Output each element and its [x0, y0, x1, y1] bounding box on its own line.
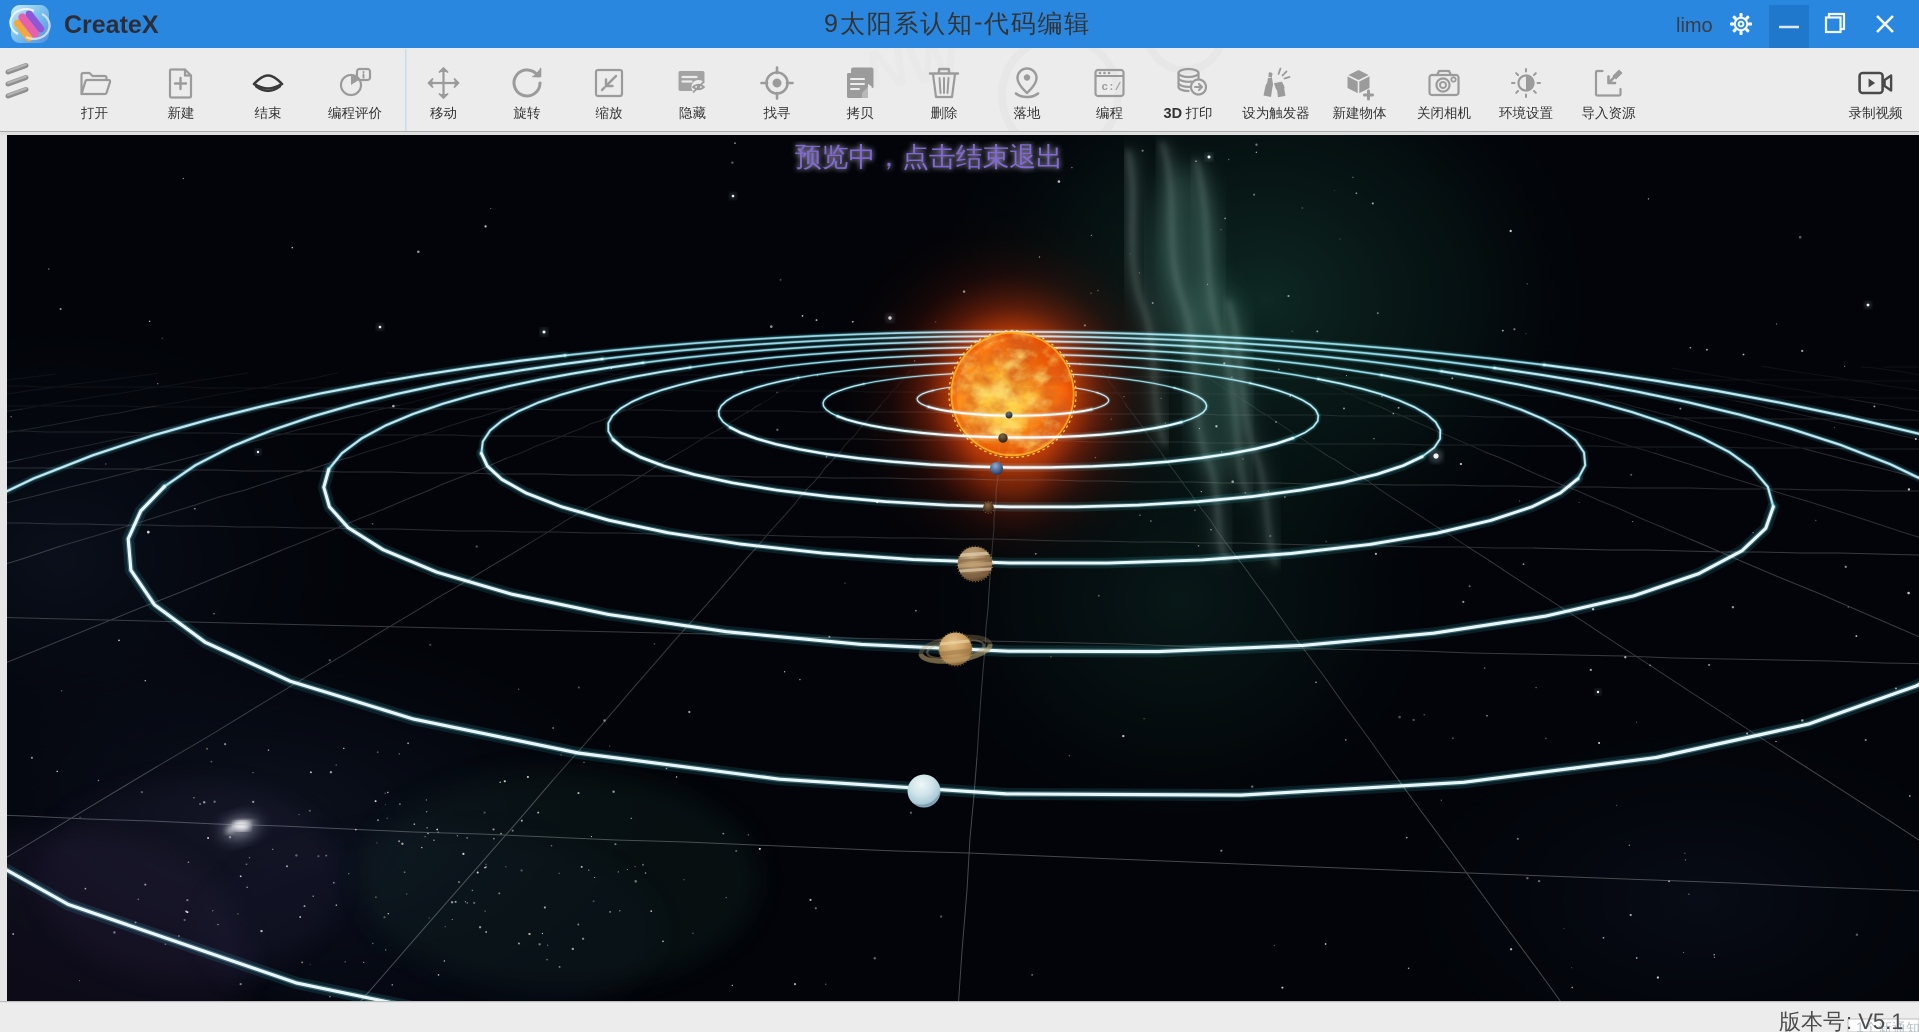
svg-text:9: 9 [824, 10, 838, 38]
svg-text:c:/: c:/ [1102, 82, 1122, 94]
svg-text:limo: limo [1676, 15, 1713, 37]
svg-text:-: - [974, 8, 982, 36]
svg-text:3D: 3D [1164, 106, 1183, 122]
svg-text:CreateX: CreateX [64, 11, 159, 39]
svg-text:: V5.1: : V5.1 [1846, 1009, 1903, 1032]
